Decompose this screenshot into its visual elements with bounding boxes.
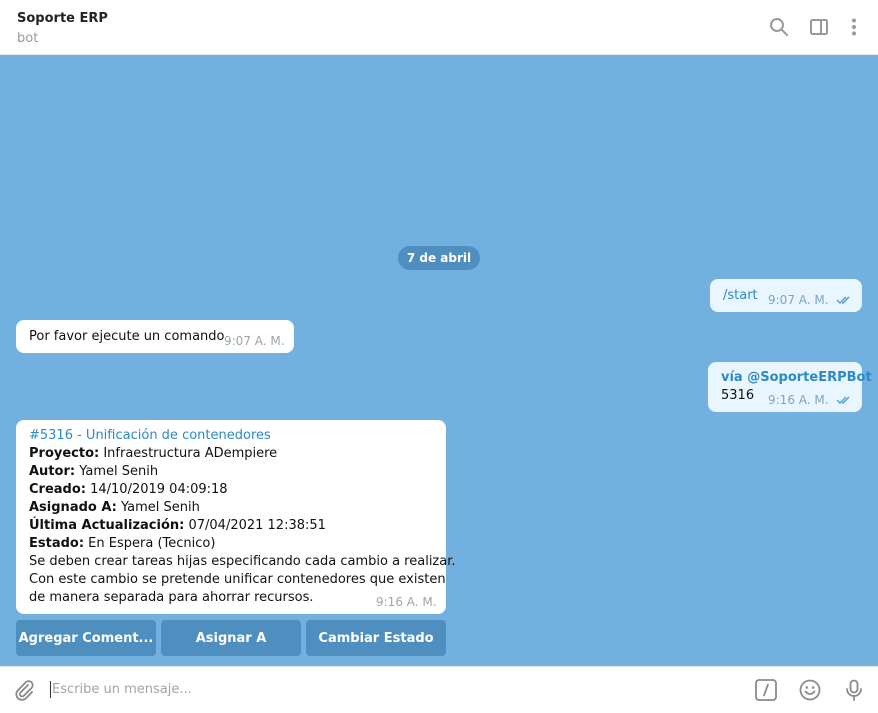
text-cursor [50,681,51,698]
outgoing-message-via-bot[interactable]: vía @SoporteERPBot 5316 9:16 A. M. [708,362,872,412]
ticket-description-line: Con este cambio se pretende unificar con… [29,572,446,587]
double-check-icon [836,395,854,405]
outgoing-message-start[interactable]: /start 9:07 A. M. [710,279,862,312]
message-time: 9:16 A. M. [376,595,437,609]
message-time: 9:07 A. M. [224,334,285,348]
microphone-icon[interactable] [842,678,866,702]
ticket-description-line: de manera separada para ahorrar recursos… [29,590,314,605]
incoming-message[interactable]: Por favor ejecute un comando 9:07 A. M. [16,320,294,353]
chat-header: Soporte ERP bot [0,0,878,55]
via-bot-label[interactable]: vía @SoporteERPBot [721,370,872,385]
field-creado: Creado: 14/10/2019 04:09:18 [29,482,228,497]
ticket-description-line: Se deben crear tareas hijas especificand… [29,554,456,569]
assign-to-button[interactable]: Asignar A [161,620,301,656]
message-composer: Escribe un mensaje... [0,666,878,713]
date-separator: 7 de abril [398,246,480,270]
ticket-message[interactable]: #5316 - Unificación de contenedores Proy… [16,420,456,614]
message-text: Por favor ejecute un comando [29,329,225,344]
emoji-icon[interactable] [798,678,822,702]
add-comment-button[interactable]: Agregar Coment... [16,620,156,656]
change-status-button[interactable]: Cambiar Estado [306,620,446,656]
more-vertical-icon[interactable] [843,16,865,38]
message-input[interactable]: Escribe un mensaje... [52,682,192,697]
sidebar-icon[interactable] [808,16,830,38]
attach-icon[interactable] [12,678,36,702]
field-proyecto: Proyecto: Infraestructura ADempiere [29,446,278,461]
field-autor: Autor: Yamel Senih [29,464,159,479]
ticket-link[interactable]: #5316 - Unificación de contenedores [29,428,271,443]
chat-subtitle: bot [17,31,39,46]
message-time: 9:16 A. M. [768,393,829,407]
message-text: 5316 [721,388,755,403]
command-link[interactable]: /start [723,288,758,303]
search-icon[interactable] [768,16,790,38]
message-list[interactable]: 7 de abril /start 9:07 A. M. Por favor e… [0,55,878,666]
bot-command-icon[interactable] [754,678,778,702]
chat-title[interactable]: Soporte ERP [17,11,108,26]
field-ultima-actualizacion: Última Actualización: 07/04/2021 12:38:5… [29,518,326,533]
message-time: 9:07 A. M. [768,293,829,307]
field-estado: Estado: En Espera (Tecnico) [29,536,216,551]
field-asignado: Asignado A: Yamel Senih [29,500,200,515]
double-check-icon [836,295,854,305]
